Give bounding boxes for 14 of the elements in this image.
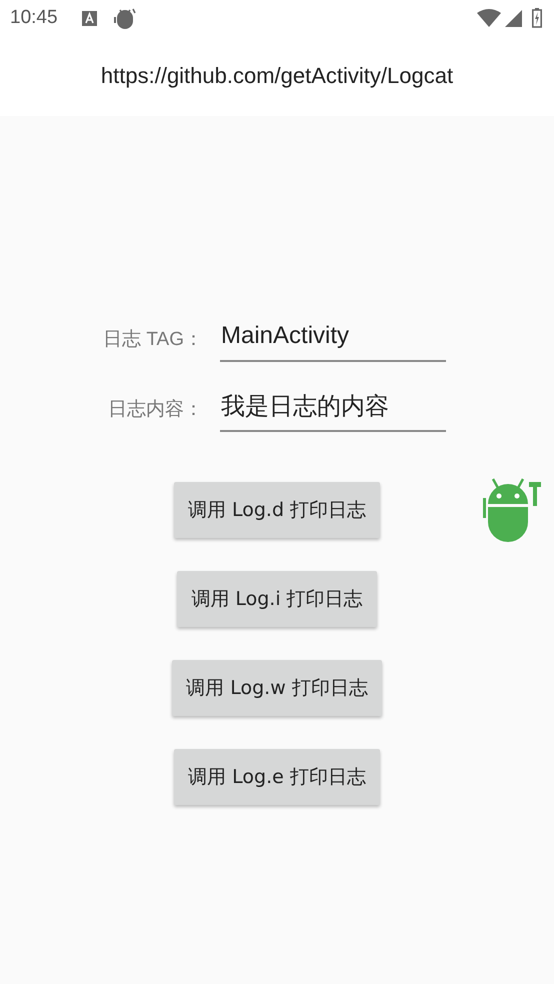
clock-time: 10:45: [10, 7, 58, 29]
log-button[interactable]: 调用 Log.w 打印日志: [172, 660, 382, 716]
log-button[interactable]: 调用 Log.e 打印日志: [174, 749, 380, 805]
wifi-icon: [477, 9, 501, 27]
battery-charging-icon: [532, 8, 542, 28]
text-notification-icon: [82, 10, 97, 26]
input-field[interactable]: 我是日志的内容: [220, 386, 446, 432]
field-label: 日志 TAG：: [102, 328, 203, 352]
log-button[interactable]: 调用 Log.d 打印日志: [174, 482, 380, 538]
log-button[interactable]: 调用 Log.i 打印日志: [177, 571, 377, 627]
field-label: 日志内容：: [107, 398, 203, 422]
signal-icon: [505, 10, 522, 26]
robot-notification-icon: [112, 7, 137, 29]
input-field[interactable]: MainActivity: [220, 316, 446, 362]
